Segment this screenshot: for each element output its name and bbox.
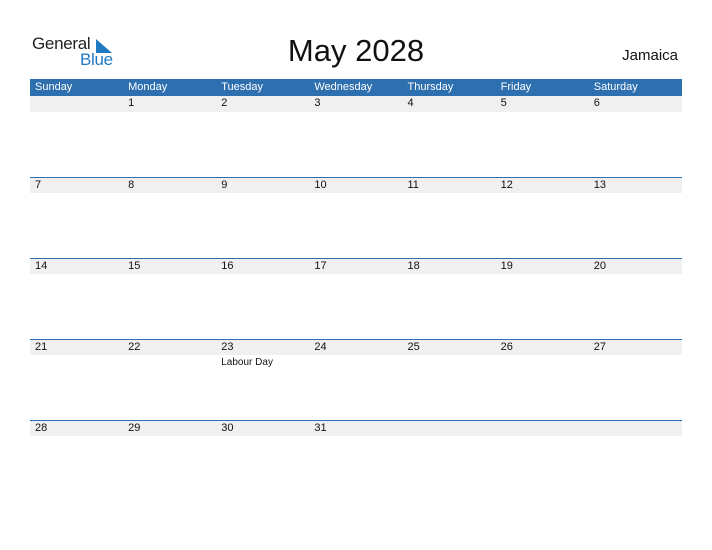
holiday-label (403, 193, 496, 195)
day-number: 1 (128, 97, 135, 109)
day-number: 12 (500, 179, 513, 191)
day-number: 18 (407, 260, 420, 272)
holiday-label (403, 274, 496, 276)
events-row (30, 436, 682, 438)
week-row: 14 15 16 17 18 19 20 (30, 258, 682, 339)
holiday-label (403, 355, 496, 369)
holiday-label (123, 193, 216, 195)
holiday-label (123, 112, 216, 114)
day-number: 25 (407, 341, 420, 353)
day-number: 29 (128, 422, 141, 434)
holiday-label (30, 274, 123, 276)
day-number (496, 421, 589, 436)
day-number: 9 (221, 179, 228, 191)
holiday-label (589, 355, 682, 369)
holiday-label (30, 355, 123, 369)
day-number: 21 (35, 341, 48, 353)
day-number: 24 (314, 341, 327, 353)
date-strip: 1 2 3 4 5 6 (30, 96, 682, 112)
day-number: 23 (221, 341, 234, 353)
weekday-header: Sunday Monday Tuesday Wednesday Thursday… (30, 79, 682, 96)
week-row: 7 8 9 10 11 12 13 (30, 177, 682, 258)
week-row: 1 2 3 4 5 6 (30, 96, 682, 177)
day-number: 13 (593, 179, 606, 191)
holiday-label (216, 274, 309, 276)
day-number: 22 (128, 341, 141, 353)
holiday-label (309, 436, 402, 438)
day-number: 14 (35, 260, 48, 272)
day-number: 3 (314, 97, 321, 109)
holiday-label (123, 274, 216, 276)
holiday-label (589, 193, 682, 195)
day-number: 6 (593, 97, 600, 109)
date-strip: 28 29 30 31 (30, 420, 682, 436)
holiday-label (589, 112, 682, 114)
date-strip: 21 22 23 24 25 26 27 (30, 339, 682, 355)
day-number: 20 (593, 260, 606, 272)
day-number: 7 (35, 179, 42, 191)
weekday-monday: Monday (128, 81, 168, 93)
holiday-label (496, 274, 589, 276)
weekday-wednesday: Wednesday (314, 81, 373, 93)
day-number: 2 (221, 97, 228, 109)
weekday-friday: Friday (500, 81, 532, 93)
day-number: 11 (407, 179, 419, 191)
day-number: 27 (593, 341, 606, 353)
day-number: 16 (221, 260, 234, 272)
holiday-label (589, 274, 682, 276)
day-number: 10 (314, 179, 327, 191)
holiday-label: Labour Day (221, 357, 273, 368)
day-number (30, 96, 123, 112)
calendar-grid: Sunday Monday Tuesday Wednesday Thursday… (30, 79, 682, 436)
holiday-label (496, 193, 589, 195)
day-number: 19 (500, 260, 513, 272)
country-label: Jamaica (622, 47, 678, 64)
day-number: 26 (500, 341, 513, 353)
holiday-label (309, 355, 402, 369)
weekday-tuesday: Tuesday (221, 81, 264, 93)
holiday-label (589, 436, 682, 438)
holiday-label (30, 112, 123, 114)
day-number: 8 (128, 179, 135, 191)
day-number: 30 (221, 422, 234, 434)
weekday-thursday: Thursday (407, 81, 454, 93)
day-number: 31 (314, 422, 327, 434)
date-strip: 14 15 16 17 18 19 20 (30, 258, 682, 274)
day-number: 4 (407, 97, 414, 109)
holiday-label (30, 193, 123, 195)
day-number: 15 (128, 260, 141, 272)
day-number: 5 (500, 97, 507, 109)
holiday-label (216, 436, 309, 438)
events-row: Labour Day (30, 355, 682, 369)
holiday-label (496, 112, 589, 114)
weekday-sunday: Sunday (35, 81, 73, 93)
holiday-label (309, 112, 402, 114)
events-row (30, 274, 682, 276)
events-row (30, 112, 682, 114)
day-number (403, 421, 496, 436)
holiday-label (403, 436, 496, 438)
holiday-label (216, 112, 309, 114)
day-number (589, 421, 682, 436)
holiday-label (403, 112, 496, 114)
holiday-label (309, 274, 402, 276)
day-number: 28 (35, 422, 48, 434)
holiday-label (216, 193, 309, 195)
date-strip: 7 8 9 10 11 12 13 (30, 177, 682, 193)
week-row: 28 29 30 31 (30, 420, 682, 501)
holiday-label (30, 436, 123, 438)
holiday-label (496, 355, 589, 369)
holiday-label (123, 355, 216, 369)
holiday-label (309, 193, 402, 195)
holiday-label (123, 436, 216, 438)
week-row: 21 22 23 24 25 26 27 Labour Day (30, 339, 682, 420)
events-row (30, 193, 682, 195)
holiday-label (496, 436, 589, 438)
page-title: May 2028 (287, 33, 425, 68)
day-number: 17 (314, 260, 327, 272)
weekday-saturday: Saturday (593, 81, 638, 93)
